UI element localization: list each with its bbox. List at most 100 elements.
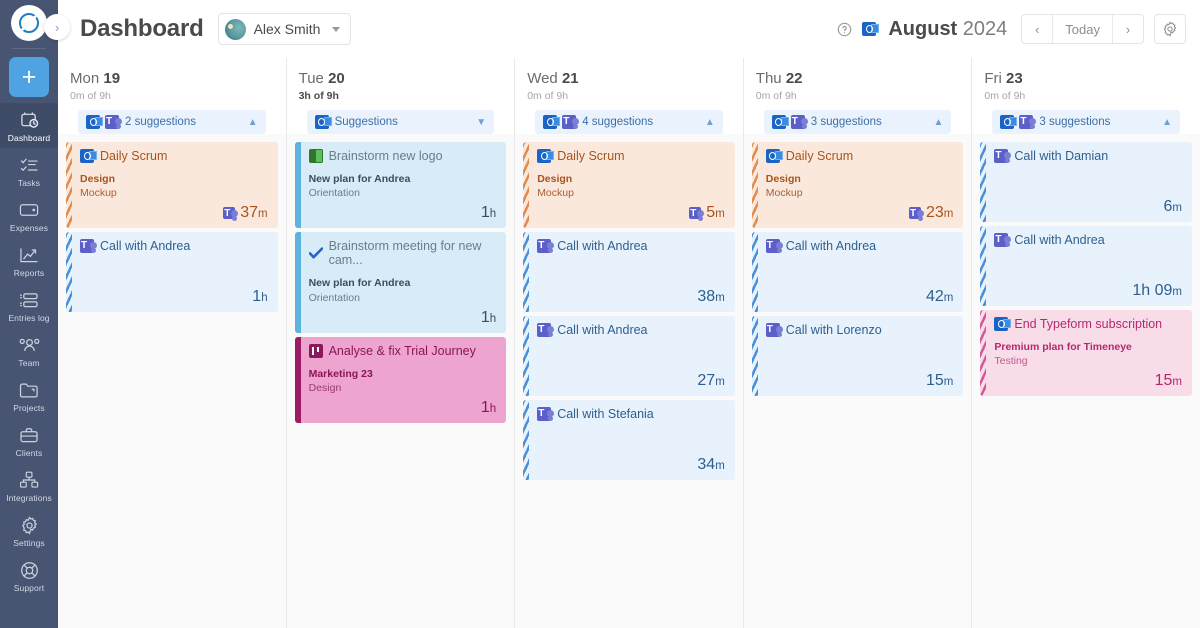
teams-icon xyxy=(105,115,122,129)
settings-gear-button[interactable] xyxy=(1154,14,1186,44)
month-label: August 2024 xyxy=(888,18,1007,41)
card-title: Call with Stefania xyxy=(537,407,725,422)
week-grid: Mon 19 0m of 9h 2 suggestions ▲ xyxy=(58,58,1200,628)
day-tracked-summary: 0m of 9h xyxy=(527,90,731,102)
sidebar-item-clients[interactable]: Clients xyxy=(0,418,58,463)
suggestions-bar[interactable]: 4 suggestions ▲ xyxy=(535,110,723,134)
day-weekday: Fri xyxy=(984,70,1002,87)
date-nav-group: ‹ Today › xyxy=(1021,14,1144,44)
day-entries: Call with Damian 6m Call with Andrea 1h … xyxy=(972,134,1200,628)
sidebar-item-projects[interactable]: Projects xyxy=(0,373,58,418)
year-number: 2024 xyxy=(962,17,1008,40)
suggestions-bar[interactable]: 3 suggestions ▲ xyxy=(763,110,952,134)
suggestions-label: 2 suggestions xyxy=(125,116,196,128)
sidebar-item-support[interactable]: Support xyxy=(0,553,58,598)
card-footer: 5m xyxy=(537,200,725,222)
card-duration: 15m xyxy=(1155,372,1182,390)
entry-card[interactable]: Brainstorm new logo New plan for Andrea … xyxy=(294,142,507,229)
entry-card[interactable]: Call with Stefania 34m xyxy=(523,400,735,481)
duration-value: 5 xyxy=(706,204,716,222)
user-name: Alex Smith xyxy=(253,21,321,37)
card-title-text: End Typeform subscription xyxy=(1014,317,1163,331)
card-edge xyxy=(66,232,72,313)
day-header: Mon 19 0m of 9h 2 suggestions ▲ xyxy=(58,58,286,134)
reports-icon xyxy=(19,244,39,266)
entry-card[interactable]: Call with Damian 6m xyxy=(980,142,1192,222)
duration-value: 23 xyxy=(925,204,944,222)
suggestions-bar[interactable]: 2 suggestions ▲ xyxy=(78,110,266,134)
sidebar-item-label: Expenses xyxy=(9,223,49,233)
sidebar-item-settings[interactable]: Settings xyxy=(0,508,58,553)
card-duration: 27m xyxy=(697,372,724,390)
sidebar-item-integrations[interactable]: Integrations xyxy=(0,463,58,508)
entry-card[interactable]: Daily Scrum Design Mockup 23m xyxy=(751,142,964,229)
card-project: Marketing 23 xyxy=(308,367,373,380)
user-selector[interactable]: Alex Smith xyxy=(217,13,352,45)
entry-card[interactable]: Call with Andrea 27m xyxy=(523,316,735,397)
outlook-icon xyxy=(537,149,555,163)
entry-card[interactable]: Daily Scrum Design Mockup 37m xyxy=(66,142,278,229)
day-column: Thu 22 0m of 9h 3 suggestions ▲ xyxy=(743,58,973,628)
goal-time: 9h xyxy=(1013,90,1026,102)
sidebar-item-reports[interactable]: Reports xyxy=(0,238,58,283)
entry-card[interactable]: Daily Scrum Design Mockup 5m xyxy=(523,142,735,229)
card-duration: 34m xyxy=(697,456,724,474)
next-week-button[interactable]: › xyxy=(1113,15,1143,43)
outlook-icon[interactable] xyxy=(862,22,880,36)
card-project: Design xyxy=(80,173,116,185)
duration-unit: h xyxy=(261,292,268,305)
day-header: Wed 21 0m of 9h 4 suggestions ▲ xyxy=(515,58,743,134)
card-edge xyxy=(751,316,758,397)
chevron-up-icon[interactable]: ▲ xyxy=(705,117,715,128)
card-title-text: Brainstorm new logo xyxy=(328,149,443,163)
help-icon[interactable] xyxy=(837,22,852,37)
teams-icon xyxy=(765,239,783,254)
card-footer: 1h xyxy=(309,305,497,327)
duration-unit: h xyxy=(489,208,497,221)
duration-unit: m xyxy=(943,376,954,389)
entry-card[interactable]: Call with Lorenzo 15m xyxy=(751,316,964,397)
sidebar-item-expenses[interactable]: Expenses xyxy=(0,193,58,238)
sidebar-item-entries-log[interactable]: Entries log xyxy=(0,283,58,328)
entry-card[interactable]: End Typeform subscription Premium plan f… xyxy=(980,310,1192,397)
card-title: Call with Lorenzo xyxy=(765,323,954,338)
timer-logo-icon[interactable] xyxy=(11,5,47,41)
suggestions-label: 4 suggestions xyxy=(582,116,654,128)
suggestions-bar[interactable]: 3 suggestions ▲ xyxy=(992,110,1180,134)
entry-card[interactable]: Call with Andrea 42m xyxy=(751,232,964,313)
suggestion-source-icons xyxy=(1000,115,1037,129)
card-project: New plan for Andrea xyxy=(308,173,411,185)
sidebar-item-tasks[interactable]: Tasks xyxy=(0,148,58,193)
chevron-down-icon[interactable]: ▼ xyxy=(476,117,486,128)
teams-icon xyxy=(537,239,555,254)
gear-icon xyxy=(1162,21,1178,37)
sidebar-item-dashboard[interactable]: Dashboard xyxy=(0,103,58,148)
entry-card[interactable]: Call with Andrea 38m xyxy=(523,232,735,313)
duration-unit: h xyxy=(489,312,497,325)
card-edge xyxy=(294,232,301,333)
card-title: End Typeform subscription xyxy=(994,317,1182,331)
entry-card[interactable]: Analyse & fix Trial Journey Marketing 23… xyxy=(294,336,507,424)
add-entry-button[interactable]: + xyxy=(9,57,49,97)
day-header: Fri 23 0m of 9h 3 suggestions ▲ xyxy=(972,58,1200,134)
day-number: 20 xyxy=(328,70,345,87)
duration-unit: h xyxy=(489,403,497,416)
page-title: Dashboard xyxy=(80,15,204,42)
chevron-up-icon[interactable]: ▲ xyxy=(248,117,258,128)
entry-card[interactable]: Call with Andrea 1h 09m xyxy=(980,226,1192,306)
day-title: Thu 22 xyxy=(756,70,960,87)
integrations-icon xyxy=(19,469,39,491)
prev-week-button[interactable]: ‹ xyxy=(1022,15,1053,43)
chevron-up-icon[interactable]: ▲ xyxy=(1162,117,1172,128)
today-button[interactable]: Today xyxy=(1052,15,1113,43)
teams-icon xyxy=(1019,115,1037,129)
entry-card[interactable]: Brainstorm meeting for new cam... New pl… xyxy=(294,232,507,333)
sidebar-collapse-toggle[interactable]: › xyxy=(44,14,70,40)
tasks-icon xyxy=(20,154,39,176)
day-tracked-summary: 0m of 9h xyxy=(984,90,1188,102)
chevron-up-icon[interactable]: ▲ xyxy=(933,117,943,128)
sidebar-item-team[interactable]: Team xyxy=(0,328,58,373)
entry-card[interactable]: Call with Andrea 1h xyxy=(66,232,278,313)
suggestions-bar[interactable]: Suggestions ▼ xyxy=(306,110,495,134)
goal-time: 9h xyxy=(326,90,339,102)
